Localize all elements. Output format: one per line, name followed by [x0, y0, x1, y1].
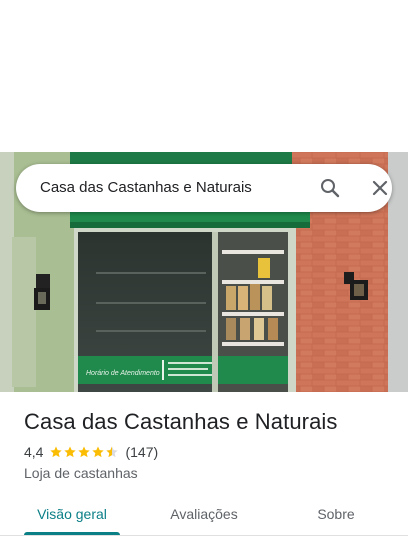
- search-icon[interactable]: [318, 176, 342, 200]
- review-count[interactable]: (147): [125, 444, 158, 460]
- close-icon[interactable]: [368, 176, 392, 200]
- star-icon: [64, 446, 77, 458]
- storefront-sign-text: Horário de Atendimento: [86, 370, 160, 377]
- tab-overview[interactable]: Visão geral: [24, 494, 120, 534]
- search-query-text[interactable]: Casa das Castanhas e Naturais: [40, 179, 252, 196]
- tabs-divider: [0, 535, 408, 536]
- place-tabs: Visão geral Avaliações Sobre: [0, 494, 408, 536]
- place-title: Casa das Castanhas e Naturais: [24, 409, 338, 434]
- rating-value: 4,4: [24, 444, 44, 460]
- place-category: Loja de castanhas: [24, 465, 138, 481]
- star-icon: [92, 446, 105, 458]
- rating-row[interactable]: 4,4 (147): [24, 443, 158, 461]
- tab-reviews[interactable]: Avaliações: [156, 494, 252, 534]
- star-icon: [78, 446, 91, 458]
- rating-stars: [49, 445, 119, 459]
- star-half-icon: [106, 446, 119, 458]
- search-bar[interactable]: Casa das Castanhas e Naturais: [16, 164, 392, 212]
- star-icon: [50, 446, 63, 458]
- tab-about[interactable]: Sobre: [288, 494, 384, 534]
